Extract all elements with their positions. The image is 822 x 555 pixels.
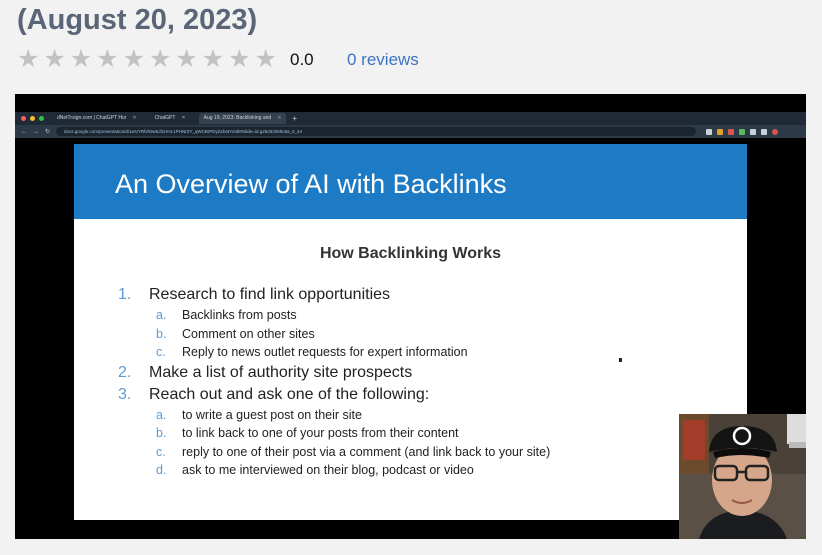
- close-tab-icon[interactable]: ✕: [181, 115, 185, 121]
- sub-item-letter: d.: [156, 463, 167, 477]
- slide-sub-item: d. ask to me interviewed on their blog, p…: [118, 461, 738, 480]
- tab-label: ChatGPT: [154, 115, 176, 121]
- sub-item-letter: c.: [156, 345, 166, 359]
- star-icon[interactable]: ★: [255, 45, 281, 73]
- tab-label: Aug 19, 2023: Backlinking and: [203, 115, 272, 121]
- minimize-window-icon[interactable]: [30, 116, 35, 121]
- extension-icons: [706, 128, 779, 135]
- sub-item-text: ask to me interviewed on their blog, pod…: [182, 463, 474, 477]
- star-icon[interactable]: ★: [123, 45, 149, 73]
- address-bar[interactable]: docs.google.com/presentation/d/1wVYRfvh9…: [56, 127, 697, 136]
- list-number: 1.: [118, 286, 132, 303]
- sub-item-text: to link back to one of your posts from t…: [182, 426, 459, 440]
- list-item-text: Research to find link opportunities: [149, 286, 391, 303]
- list-number: 3.: [118, 385, 132, 403]
- extension-icon[interactable]: [728, 128, 735, 135]
- avatar[interactable]: [772, 128, 779, 135]
- slide-sub-item: a. to write a guest post on their site: [118, 406, 738, 425]
- extension-icon[interactable]: [750, 128, 757, 135]
- extension-icon[interactable]: [739, 128, 746, 135]
- tab-label: dNetTrsign.com | ChatGPT Hur: [57, 115, 127, 121]
- close-window-icon[interactable]: [21, 116, 26, 121]
- extension-icon[interactable]: [717, 128, 724, 135]
- slide-sub-item: b. Comment on other sites: [118, 325, 738, 344]
- star-icon[interactable]: ★: [228, 45, 254, 73]
- close-tab-icon[interactable]: ✕: [132, 115, 136, 121]
- slide-sub-item: a. Backlinks from posts: [118, 306, 738, 325]
- slide-list-item: 1. Research to find link opportunities: [118, 284, 738, 306]
- star-icon[interactable]: ★: [70, 45, 96, 73]
- share-icon[interactable]: [706, 128, 713, 135]
- browser-tab-active[interactable]: Aug 19, 2023: Backlinking and ✕: [198, 113, 287, 124]
- slide-sub-item: c. reply to one of their post via a comme…: [118, 443, 738, 462]
- browser-tab[interactable]: dNetTrsign.com | ChatGPT Hur ✕: [52, 113, 142, 124]
- slide-list: 1. Research to find link opportunities a. B…: [118, 284, 738, 480]
- sidebar-icon[interactable]: [761, 128, 768, 135]
- maximize-window-icon[interactable]: [39, 116, 44, 121]
- sub-item-text: Backlinks from posts: [182, 308, 297, 322]
- star-icon[interactable]: ★: [17, 45, 43, 73]
- star-icon[interactable]: ★: [202, 45, 228, 73]
- star-icon[interactable]: ★: [43, 45, 69, 73]
- list-item-text: Reach out and ask one of the following:: [149, 385, 430, 403]
- sub-item-text: reply to one of their post via a comment…: [182, 444, 551, 459]
- browser-tab[interactable]: ChatGPT ✕: [150, 113, 191, 124]
- webcam-overlay: [679, 414, 806, 539]
- mouse-cursor: [619, 358, 622, 362]
- slide-list-item: 3. Reach out and ask one of the following…: [118, 384, 738, 406]
- star-icon[interactable]: ★: [149, 45, 175, 73]
- reviews-link[interactable]: 0 reviews: [347, 50, 419, 70]
- reload-icon[interactable]: ↻: [45, 128, 50, 135]
- sub-item-letter: b.: [156, 326, 167, 341]
- slide-sub-item: c. Reply to news outlet requests for expe…: [118, 343, 738, 362]
- new-tab-icon[interactable]: +: [292, 114, 297, 123]
- rating-value: 0.0: [290, 50, 314, 69]
- sub-item-letter: a.: [156, 407, 167, 422]
- sub-item-text: Reply to news outlet requests for expert…: [182, 345, 468, 359]
- browser-tab-bar: dNetTrsign.com | ChatGPT Hur ✕ ChatGPT ✕ A…: [15, 112, 806, 125]
- sub-item-letter: c.: [156, 444, 166, 459]
- page-title: (August 20, 2023): [17, 4, 258, 36]
- back-icon[interactable]: ←: [21, 129, 27, 135]
- window-controls[interactable]: [21, 116, 44, 121]
- slide-list-item: 2. Make a list of authority site prospect…: [118, 362, 738, 384]
- sub-item-text: to write a guest post on their site: [182, 407, 362, 422]
- slide: An Overview of AI with Backlinks How Bac…: [74, 144, 747, 520]
- rating-row: ★ ★ ★ ★ ★ ★ ★ ★ ★ ★ 0.0 0 reviews: [17, 44, 419, 74]
- list-number: 2.: [118, 363, 132, 381]
- slide-sub-item: b. to link back to one of your posts from…: [118, 424, 738, 443]
- presenter-image: [679, 414, 806, 539]
- list-item-text: Make a list of authority site prospects: [149, 363, 413, 381]
- sub-item-text: Comment on other sites: [182, 326, 315, 341]
- slide-subtitle: How Backlinking Works: [319, 245, 502, 262]
- slide-header: An Overview of AI with Backlinks: [74, 144, 747, 219]
- star-rating[interactable]: ★ ★ ★ ★ ★ ★ ★ ★ ★ ★: [17, 45, 281, 73]
- video-player[interactable]: dNetTrsign.com | ChatGPT Hur ✕ ChatGPT ✕ A…: [15, 94, 806, 539]
- close-tab-icon[interactable]: ✕: [277, 115, 281, 121]
- sub-item-letter: b.: [156, 426, 167, 440]
- forward-icon[interactable]: →: [33, 129, 39, 135]
- slide-title: An Overview of AI with Backlinks: [115, 169, 507, 199]
- browser-toolbar: ← → ↻ docs.google.com/presentation/d/1wV…: [15, 125, 806, 138]
- star-icon[interactable]: ★: [96, 45, 122, 73]
- star-icon[interactable]: ★: [175, 45, 201, 73]
- sub-item-letter: a.: [156, 308, 167, 322]
